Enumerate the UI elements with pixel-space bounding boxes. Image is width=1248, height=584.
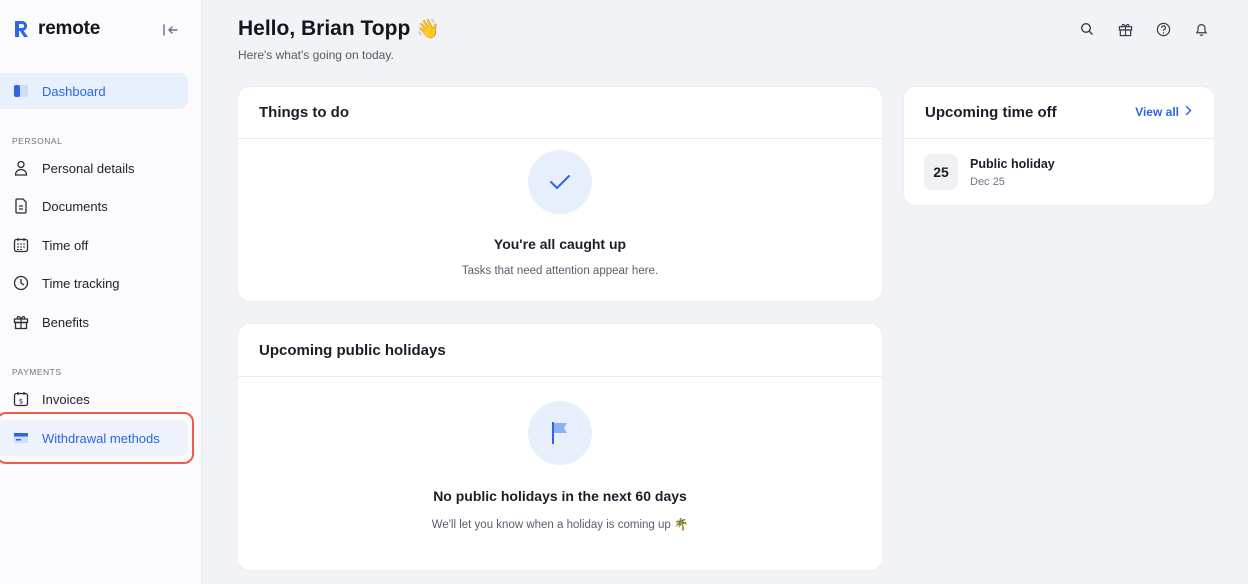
chevron-right-icon (1185, 105, 1192, 119)
card-divider (904, 138, 1214, 139)
waving-hand-icon: 👋 (416, 19, 440, 40)
gift-icon (12, 313, 30, 331)
empty-state-subtitle: Tasks that need attention appear here. (461, 265, 659, 277)
flag-icon (528, 401, 592, 465)
empty-state-subtitle: We'll let you know when a holiday is com… (431, 519, 689, 531)
date-badge: 25 (924, 154, 958, 190)
svg-text:$: $ (19, 398, 23, 406)
sidebar-item-label: Invoices (42, 391, 90, 407)
sidebar: remote Dashboard PERSONAL Personal detai… (0, 0, 202, 584)
sidebar-item-label: Benefits (42, 314, 89, 330)
sidebar-item-personal-details[interactable]: Personal details (0, 150, 188, 186)
time-off-item-name[interactable]: Public holiday (970, 157, 1055, 171)
sidebar-item-dashboard[interactable]: Dashboard (0, 73, 188, 109)
main-content: Hello, Brian Topp 👋 Here's what's going … (202, 0, 1248, 584)
card-divider (238, 376, 882, 377)
sidebar-item-benefits[interactable]: Benefits (0, 304, 188, 340)
checkmark-icon (528, 150, 592, 214)
sidebar-item-label: Time off (42, 237, 89, 253)
brand-name: remote (38, 18, 101, 39)
collapse-sidebar-icon[interactable] (162, 22, 180, 38)
card-title: Things to do (259, 104, 349, 121)
upcoming-public-holidays-card: Upcoming public holidays No public holid… (238, 324, 882, 570)
card-title: Upcoming time off (925, 104, 1057, 121)
sidebar-item-documents[interactable]: Documents (0, 188, 188, 224)
person-icon (12, 159, 30, 177)
empty-state-title: You're all caught up (493, 236, 627, 252)
card-title: Upcoming public holidays (259, 342, 446, 359)
help-icon[interactable] (1154, 20, 1172, 38)
time-off-item-date: Dec 25 (970, 176, 1005, 188)
sidebar-item-label: Dashboard (42, 83, 106, 99)
card-divider (238, 138, 882, 139)
sidebar-item-label: Documents (42, 198, 108, 214)
gift-icon[interactable] (1116, 20, 1134, 38)
things-to-do-card: Things to do You're all caught up Tasks … (238, 87, 882, 301)
clock-icon (12, 274, 30, 292)
section-label-personal: PERSONAL (12, 136, 63, 146)
sidebar-item-label: Time tracking (42, 275, 120, 291)
search-icon[interactable] (1078, 20, 1096, 38)
top-toolbar (1078, 20, 1210, 38)
remote-logo-icon (12, 18, 30, 40)
brand-logo[interactable]: remote (12, 18, 100, 40)
page-subtitle: Here's what's going on today. (238, 48, 394, 62)
bell-icon[interactable] (1192, 20, 1210, 38)
app-window: remote Dashboard PERSONAL Personal detai… (0, 0, 1248, 584)
sidebar-item-time-tracking[interactable]: Time tracking (0, 265, 188, 301)
view-all-link[interactable]: View all (1135, 105, 1192, 119)
greeting-text: Hello, Brian Topp (238, 17, 411, 40)
page-title: Hello, Brian Topp 👋 (238, 17, 440, 41)
sidebar-item-time-off[interactable]: Time off (0, 227, 188, 263)
upcoming-time-off-card: Upcoming time off View all 25 Public hol… (904, 87, 1214, 205)
dashboard-icon (12, 82, 30, 100)
document-icon (12, 197, 30, 215)
section-label-payments: PAYMENTS (12, 367, 62, 377)
view-all-label: View all (1135, 105, 1179, 119)
highlight-annotation (0, 412, 194, 464)
calendar-icon (12, 236, 30, 254)
sidebar-item-label: Personal details (42, 160, 135, 176)
empty-state-title: No public holidays in the next 60 days (433, 488, 687, 504)
invoice-icon: $ (12, 390, 30, 408)
